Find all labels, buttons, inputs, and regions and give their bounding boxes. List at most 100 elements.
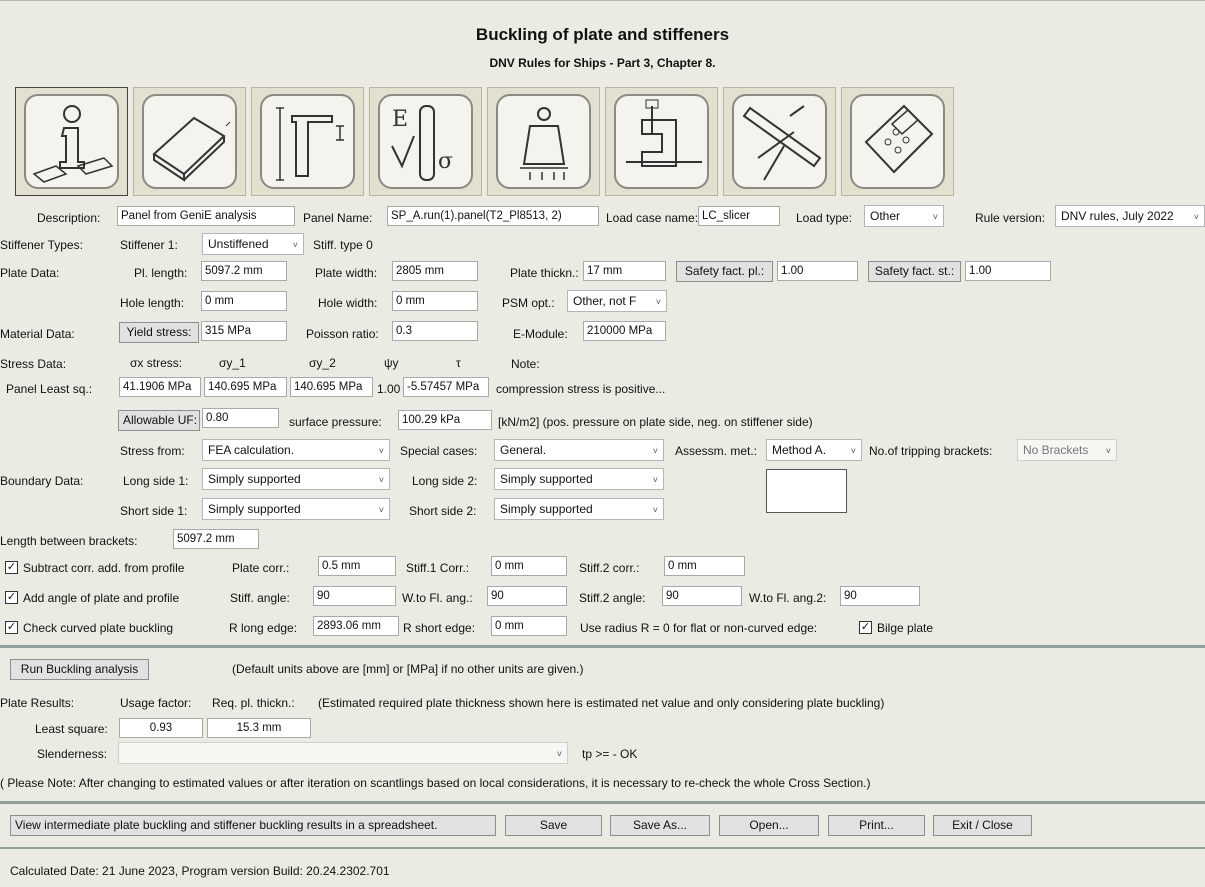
hole-width-input[interactable]: 0 mm xyxy=(392,291,478,311)
wto-fl-angle-label: W.to Fl. ang.: xyxy=(402,591,473,605)
tau-input[interactable]: -5.57457 MPa xyxy=(403,377,489,397)
view-spreadsheet-button[interactable]: View intermediate plate buckling and sti… xyxy=(10,815,496,836)
wto-fl-angle2-input[interactable]: 90 xyxy=(840,586,920,606)
stiff2-angle-input[interactable]: 90 xyxy=(662,586,742,606)
chevron-down-icon: ˅ xyxy=(850,446,856,456)
panel-name-input[interactable]: SP_A.run(1).panel(T2_Pl8513, 2) xyxy=(387,206,599,226)
plate-width-input[interactable]: 2805 mm xyxy=(392,261,478,281)
stiffener-profile-button[interactable] xyxy=(251,87,364,196)
sigma-y1-input[interactable]: 140.695 MPa xyxy=(204,377,287,397)
status-bar-text: Calculated Date: 21 June 2023, Program v… xyxy=(10,864,390,878)
length-brackets-input[interactable]: 5097.2 mm xyxy=(173,529,259,549)
material-properties-button[interactable]: Eσ xyxy=(369,87,482,196)
r-short-edge-input[interactable]: 0 mm xyxy=(491,616,567,636)
plate-corr-input[interactable]: 0.5 mm xyxy=(318,556,396,576)
sigma-x-input[interactable]: 41.1906 MPa xyxy=(119,377,201,397)
calculator-icon xyxy=(850,94,945,189)
add-angle-checkbox[interactable]: ✓ xyxy=(5,591,18,604)
plate-thickness-input[interactable]: 17 mm xyxy=(583,261,666,281)
special-cases-select[interactable]: General. ˅ xyxy=(494,439,664,461)
short-side1-select[interactable]: Simply supported ˅ xyxy=(202,498,390,520)
e-module-input[interactable]: 210000 MPa xyxy=(583,321,666,341)
save-as-button[interactable]: Save As... xyxy=(610,815,710,836)
psi-value: 1.00 xyxy=(377,382,401,396)
allowable-uf-button[interactable]: Allowable UF: xyxy=(118,410,200,431)
assessment-method-label: Assessm. met.: xyxy=(675,444,758,458)
svg-text:σ: σ xyxy=(438,149,453,174)
wto-fl-angle-input[interactable]: 90 xyxy=(487,586,567,606)
surface-pressure-label: surface pressure: xyxy=(289,415,382,429)
hole-length-label: Hole length: xyxy=(120,296,185,310)
chevron-down-icon: ˅ xyxy=(652,505,658,515)
corrosion-measure-icon xyxy=(732,94,827,189)
stiffener1-select[interactable]: Unstiffened ˅ xyxy=(202,233,304,255)
chevron-down-icon: ˅ xyxy=(652,446,658,456)
chevron-down-icon: ˅ xyxy=(556,749,562,759)
stress-from-select[interactable]: FEA calculation. ˅ xyxy=(202,439,390,461)
chevron-down-icon: ˅ xyxy=(1193,212,1199,222)
safety-factor-plate-button[interactable]: Safety fact. pl.: xyxy=(676,261,773,282)
surface-pressure-input[interactable]: 100.29 kPa xyxy=(398,410,492,430)
psm-select[interactable]: Other, not F ˅ xyxy=(567,290,667,312)
stiff-angle-input[interactable]: 90 xyxy=(313,586,396,606)
sigma-y2-input[interactable]: 140.695 MPa xyxy=(290,377,373,397)
stiff2-corr-input[interactable]: 0 mm xyxy=(664,556,745,576)
clamp-boundary-button[interactable] xyxy=(605,87,718,196)
short-side2-select[interactable]: Simply supported ˅ xyxy=(494,498,664,520)
yield-stress-button[interactable]: Yield stress: xyxy=(119,322,199,343)
plate-geometry-button[interactable] xyxy=(133,87,246,196)
page-title: Buckling of plate and stiffeners xyxy=(475,25,730,44)
safety-factor-plate-input[interactable]: 1.00 xyxy=(777,261,858,281)
load-type-label: Load type: xyxy=(796,211,853,225)
usage-factor-value: 0.93 xyxy=(119,718,203,738)
stiff1-corr-input[interactable]: 0 mm xyxy=(491,556,567,576)
print-button[interactable]: Print... xyxy=(828,815,925,836)
allowable-uf-input[interactable]: 0.80 xyxy=(202,408,279,428)
load-type-value: Other xyxy=(870,209,901,223)
psm-value: Other, not F xyxy=(573,294,637,308)
exit-close-button[interactable]: Exit / Close xyxy=(933,815,1032,836)
description-input[interactable]: Panel from GeniE analysis xyxy=(117,206,295,226)
run-buckling-button[interactable]: Run Buckling analysis xyxy=(10,659,149,680)
long-side2-value: Simply supported xyxy=(500,472,593,486)
hole-length-input[interactable]: 0 mm xyxy=(201,291,287,311)
load-weight-button[interactable] xyxy=(487,87,600,196)
pl-length-input[interactable]: 5097.2 mm xyxy=(201,261,287,281)
bilge-plate-checkbox[interactable]: ✓ xyxy=(859,621,872,634)
rule-version-label: Rule version: xyxy=(975,211,1046,225)
chevron-down-icon: ˅ xyxy=(655,297,661,307)
poisson-ratio-input[interactable]: 0.3 xyxy=(392,321,478,341)
load-type-select[interactable]: Other ˅ xyxy=(864,205,944,227)
corrosion-measure-button[interactable] xyxy=(723,87,836,196)
r-long-edge-input[interactable]: 2893.06 mm xyxy=(313,616,399,636)
long-side1-select[interactable]: Simply supported ˅ xyxy=(202,468,390,490)
assessment-method-select[interactable]: Method A. ˅ xyxy=(766,439,862,461)
tripping-brackets-select[interactable]: No Brackets ˅ xyxy=(1017,439,1117,461)
chevron-down-icon: ˅ xyxy=(932,212,938,222)
load-case-input[interactable]: LC_slicer xyxy=(698,206,780,226)
short-side1-value: Simply supported xyxy=(208,502,301,516)
calculator-button[interactable] xyxy=(841,87,954,196)
safety-factor-stiffener-button[interactable]: Safety fact. st.: xyxy=(868,261,961,282)
stiff-angle-label: Stiff. angle: xyxy=(230,591,290,605)
estimate-note: (Estimated required plate thickness show… xyxy=(318,696,885,710)
req-thickness-value: 15.3 mm xyxy=(207,718,311,738)
open-button[interactable]: Open... xyxy=(719,815,819,836)
stress-from-value: FEA calculation. xyxy=(208,443,295,457)
slenderness-select[interactable]: ˅ xyxy=(118,742,568,764)
svg-text:E: E xyxy=(392,107,408,132)
long-side2-select[interactable]: Simply supported ˅ xyxy=(494,468,664,490)
save-button[interactable]: Save xyxy=(505,815,602,836)
special-cases-value: General. xyxy=(500,443,547,457)
curved-plate-checkbox[interactable]: ✓ xyxy=(5,621,18,634)
subtract-corr-checkbox[interactable]: ✓ xyxy=(5,561,18,574)
stiff2-corr-label: Stiff.2 corr.: xyxy=(579,561,640,575)
info-button[interactable] xyxy=(15,87,128,196)
chevron-down-icon: ˅ xyxy=(292,240,298,250)
yield-stress-input[interactable]: 315 MPa xyxy=(201,321,287,341)
page-subtitle: DNV Rules for Ships - Part 3, Chapter 8. xyxy=(489,56,716,70)
special-cases-label: Special cases: xyxy=(400,444,478,458)
rule-version-select[interactable]: DNV rules, July 2022 ˅ xyxy=(1055,205,1205,227)
add-angle-label: Add angle of plate and profile xyxy=(23,591,180,605)
safety-factor-stiffener-input[interactable]: 1.00 xyxy=(965,261,1051,281)
